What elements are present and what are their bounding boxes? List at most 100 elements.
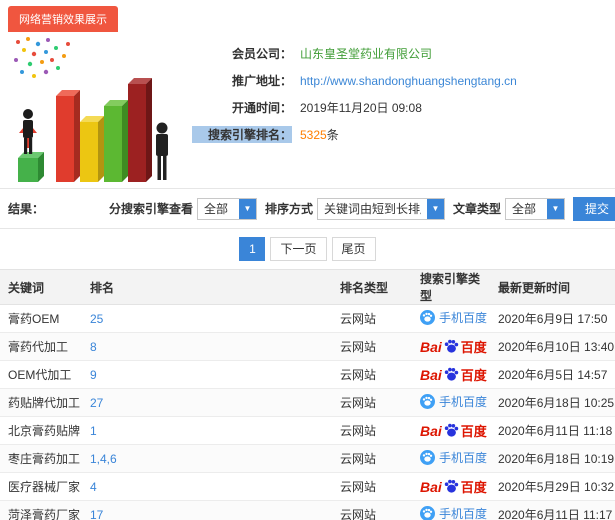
keyword-cell: 菏泽膏药厂家 [0,500,82,520]
baidu-paw-icon [444,423,458,437]
marketing-chart-illustration [14,37,168,182]
keyword-cell: OEM代加工 [0,360,82,389]
engine-cell: 手机百度 [412,444,490,473]
engine-rank-label: 搜索引擎排名： [192,126,292,143]
rank-link[interactable]: 1,4,6 [90,452,117,466]
company-label: 会员公司： [231,47,292,61]
rank-type-cell: 云网站 [332,388,412,417]
baidu-du-text: 百度 [460,480,487,495]
rank-link[interactable]: 1 [90,424,97,438]
rank-link[interactable]: 9 [90,368,97,382]
baidu-logo: Bai 百度 [420,365,487,384]
open-time-label: 开通时间： [231,101,292,115]
promo-url-label: 推广地址： [231,74,292,88]
update-time-cell: 2020年6月18日 10:19 [490,444,615,473]
update-time-cell: 2020年6月9日 17:50 [490,304,615,333]
mobile-baidu-icon [420,506,435,520]
page-title-tab[interactable]: 网络营销效果展示 [8,6,118,32]
company-link[interactable]: 山东皇圣堂药业有限公司 [300,45,432,62]
baidu-paw-icon [444,339,458,353]
bar-chart-shapes [18,78,152,182]
table-row: 菏泽膏药厂家 17 云网站 手机百度 2020年6月11日 11:17 [0,500,615,520]
baidu-logo: Bai 百度 [420,477,487,496]
table-header-row: 关键词 排名 排名类型 搜索引擎类型 最新更新时间 [0,269,615,305]
col-rank-type: 排名类型 [332,269,412,305]
rank-link[interactable]: 25 [90,312,103,326]
rank-link[interactable]: 17 [90,508,103,520]
page-last-button[interactable]: 尾页 [331,237,376,261]
article-type-select[interactable]: 全部 ▼ [504,197,565,220]
baidu-logo: Bai 百度 [420,337,487,356]
mobile-baidu-icon [420,394,435,409]
rank-link[interactable]: 27 [90,396,103,410]
keyword-ranking-table: 关键词 排名 排名类型 搜索引擎类型 最新更新时间 膏药OEM 25 云网站 手… [0,269,615,520]
engine-label: 手机百度 [439,507,488,520]
member-info-rows: 会员公司： 山东皇圣堂药业有限公司 推广地址： http://www.shand… [192,34,517,182]
baidu-bai-text: Bai [420,478,442,495]
update-time-cell: 2020年6月10日 13:40 [490,332,615,361]
result-label: 结果： [8,202,45,216]
submit-button[interactable]: 提交 [572,196,615,221]
keyword-cell: 药贴牌代加工 [0,388,82,417]
baidu-du-text: 百度 [460,368,487,383]
col-engine-type: 搜索引擎类型 [412,269,490,305]
sort-value: 关键词由短到长排序 [323,202,421,216]
engine-label: 手机百度 [439,395,488,409]
company-row: 会员公司： 山东皇圣堂药业有限公司 [192,40,517,67]
article-type-value: 全部 [511,202,536,216]
engine-cell: 手机百度 [412,388,490,417]
pagination: 1 下一页 尾页 [0,229,615,269]
engine-cell: 手机百度 [412,500,490,520]
table-row: 北京膏药贴牌 1 云网站 Bai 百度 2020年6月11日 11:18 [0,416,615,445]
sort-select[interactable]: 关键词由短到长排序 ▼ [316,197,445,220]
keyword-cell: 医疗器械厂家 [0,472,82,501]
table-row: 膏药代加工 8 云网站 Bai 百度 2020年6月10日 13:40 [0,332,615,361]
filter-toolbar: 结果： 分搜索引擎查看 全部 ▼ 排序方式 关键词由短到长排序 ▼ 文章类型 全… [0,189,615,229]
table-row: 医疗器械厂家 4 云网站 Bai 百度 2020年5月29日 10:32 [0,472,615,501]
keyword-cell: 膏药代加工 [0,332,82,361]
rank-type-cell: 云网站 [332,360,412,389]
rank-unit: 条 [326,128,339,142]
page-next-button[interactable]: 下一页 [270,237,327,261]
update-time-cell: 2020年6月5日 14:57 [490,360,615,389]
engine-cell: Bai 百度 [412,472,490,501]
open-time-value: 2019年11月20日 09:08 [300,101,422,115]
rank-link[interactable]: 8 [90,340,97,354]
mobile-baidu-icon [420,310,435,325]
table-row: 枣庄膏药加工 1,4,6 云网站 手机百度 2020年6月18日 10:19 [0,444,615,473]
engine-cell: 手机百度 [412,304,490,333]
keyword-cell: 枣庄膏药加工 [0,444,82,473]
baidu-paw-icon [444,367,458,381]
keyword-cell: 北京膏药贴牌 [0,416,82,445]
promo-url-link[interactable]: http://www.shandonghuangshengtang.cn [300,74,517,88]
confetti-dots [14,37,70,78]
engine-cell: Bai 百度 [412,332,490,361]
engine-label: 手机百度 [439,451,488,465]
engine-filter-value: 全部 [203,202,228,216]
baidu-paw-icon [444,479,458,493]
baidu-bai-text: Bai [420,366,442,383]
update-time-cell: 2020年6月11日 11:18 [490,416,615,445]
sort-label: 排序方式 [264,202,313,216]
rank-type-cell: 云网站 [332,304,412,333]
rank-type-cell: 云网站 [332,500,412,520]
rank-link[interactable]: 4 [90,480,97,494]
engine-filter-select[interactable]: 全部 ▼ [196,197,257,220]
engine-filter-label: 分搜索引擎查看 [108,202,193,216]
rank-type-cell: 云网站 [332,416,412,445]
keyword-cell: 膏药OEM [0,304,82,333]
table-row: OEM代加工 9 云网站 Bai 百度 2020年6月5日 14:57 [0,360,615,389]
mobile-baidu-icon [420,450,435,465]
page-current[interactable]: 1 [239,237,266,261]
engine-label: 手机百度 [439,311,488,325]
baidu-du-text: 百度 [460,424,487,439]
baidu-bai-text: Bai [420,422,442,439]
rank-type-cell: 云网站 [332,472,412,501]
col-update-time: 最新更新时间 [490,269,615,305]
rank-type-cell: 云网站 [332,444,412,473]
filter-controls: 分搜索引擎查看 全部 ▼ 排序方式 关键词由短到长排序 ▼ 文章类型 全部 ▼ … [101,196,615,221]
open-time-row: 开通时间： 2019年11月20日 09:08 [192,94,517,121]
article-type-label: 文章类型 [452,202,501,216]
engine-rank-row: 搜索引擎排名： 5325条 [192,121,517,148]
chevron-down-icon: ▼ [238,198,256,219]
